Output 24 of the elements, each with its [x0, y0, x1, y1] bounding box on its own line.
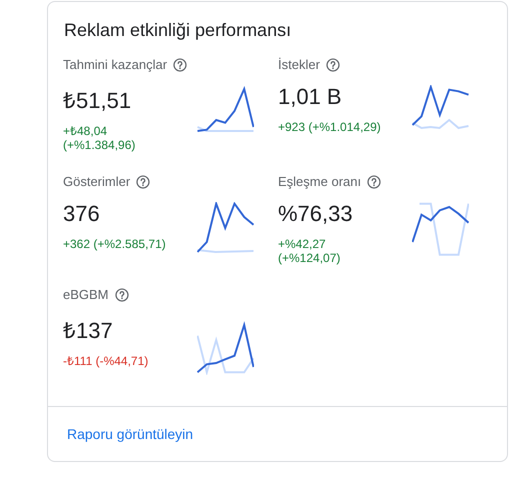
metric-change: +923 (+%1.014,29)	[278, 120, 382, 134]
help-icon[interactable]	[114, 288, 129, 302]
help-icon[interactable]	[173, 58, 188, 72]
view-report-link[interactable]: Raporu görüntüleyin	[67, 426, 194, 442]
metric-value: 376	[63, 201, 101, 227]
metric-value: 1,01 B	[278, 84, 343, 110]
help-icon[interactable]	[367, 174, 382, 188]
metric-change: +₺48,04	[63, 124, 108, 138]
metric-label: Eşleşme oranı	[278, 174, 362, 189]
metric-change: +%42,27	[278, 237, 327, 251]
help-icon[interactable]	[136, 174, 150, 188]
metric-label: Tahmini kazançlar	[63, 57, 168, 72]
metric-change: -₺111 (-%44,71)	[63, 354, 150, 368]
metric-change: (+%1.384,96)	[63, 138, 136, 152]
card-title: Reklam etkinliği performansı	[63, 19, 292, 41]
metric-change: (+%124,07)	[278, 251, 342, 265]
metric-value: ₺51,51	[63, 87, 132, 114]
metric-value: %76,33	[278, 201, 354, 227]
metric-label: eBGBM	[63, 287, 109, 302]
metric-label: Gösterimler	[63, 174, 130, 189]
help-icon[interactable]	[326, 58, 340, 72]
metric-value: ₺137	[63, 317, 114, 344]
metric-change: +362 (+%2.585,71)	[63, 237, 167, 251]
metric-label: İstekler	[278, 57, 320, 72]
